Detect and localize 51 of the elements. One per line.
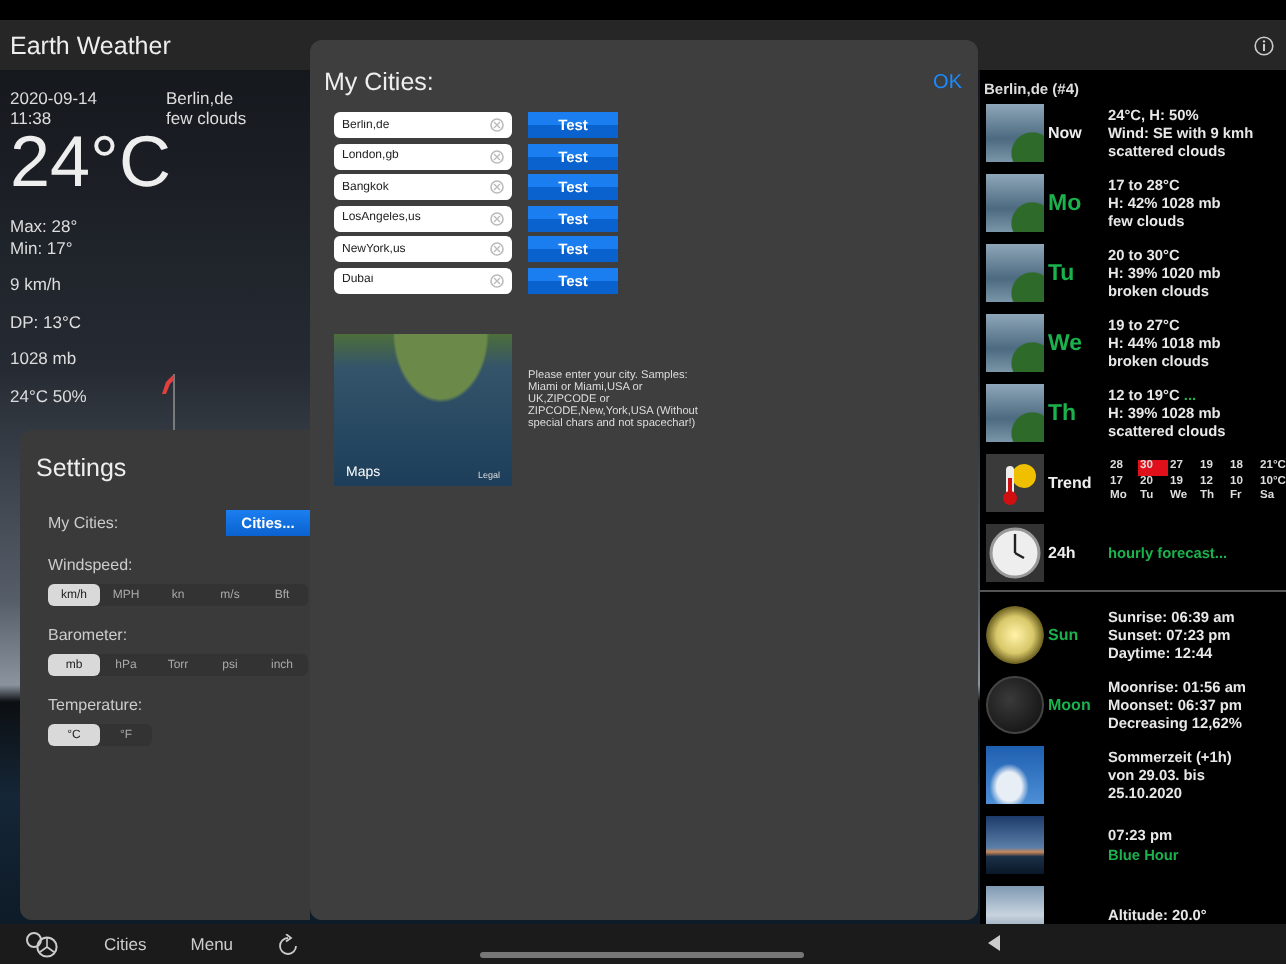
weather-photo — [986, 244, 1044, 302]
setting-label: Temperature: — [48, 696, 143, 714]
dialog-title: My Cities: — [324, 68, 434, 96]
toolbar-button[interactable]: Cities — [104, 934, 147, 954]
back-icon[interactable] — [986, 934, 1002, 952]
setting-label: Windspeed: — [48, 556, 133, 574]
moon-icon — [986, 676, 1044, 734]
condition-text: few clouds — [166, 108, 249, 128]
weather-photo — [986, 104, 1044, 162]
max-temp: Max: 28° — [10, 216, 78, 236]
humidity-text: 24°C 50% — [10, 385, 87, 405]
thermometer-icon — [986, 454, 1044, 512]
clear-icon[interactable] — [490, 118, 504, 132]
min-temp: Min: 17° — [10, 237, 73, 257]
refresh-icon[interactable] — [277, 933, 298, 955]
city-name: Berlin,de — [166, 88, 236, 108]
settings-title: Settings — [36, 454, 127, 482]
clear-icon[interactable] — [490, 149, 504, 163]
row-label: Now — [1048, 124, 1084, 142]
row-label: Mo — [1048, 191, 1084, 215]
clear-icon[interactable] — [490, 180, 504, 194]
row-label: 24h — [1048, 544, 1078, 562]
wind-text: 9 km/h — [10, 274, 62, 294]
weather-photo — [986, 314, 1044, 372]
settings-icon[interactable] — [24, 930, 60, 958]
weather-photo — [986, 384, 1044, 442]
toolbar-button[interactable]: Menu — [190, 934, 234, 954]
setting-label: My Cities: — [48, 514, 119, 532]
info-icon[interactable] — [1254, 35, 1274, 55]
row-label: Th — [1048, 401, 1079, 425]
row-label: Moon — [1048, 696, 1093, 714]
weather-photo — [986, 174, 1044, 232]
ok-link[interactable]: OK — [933, 71, 962, 93]
row-label: Sun — [1048, 626, 1081, 644]
row-label: Trend — [1048, 474, 1094, 492]
dew-point-text: DP: 13°C — [10, 311, 82, 331]
sky-photo — [986, 746, 1044, 804]
sun-icon — [986, 606, 1044, 664]
clear-icon[interactable] — [490, 273, 504, 287]
dusk-photo — [986, 816, 1044, 874]
row-label: We — [1048, 331, 1085, 355]
row-label: Tu — [1048, 261, 1077, 285]
pressure-text: 1028 mb — [10, 348, 77, 368]
app-title: Earth Weather — [10, 31, 171, 59]
clear-icon[interactable] — [490, 211, 504, 225]
time-text: 11:38 — [10, 108, 54, 128]
clock-icon — [986, 524, 1044, 582]
setting-label: Barometer: — [48, 626, 128, 644]
clear-icon[interactable] — [490, 242, 504, 256]
date-text: 2020-09-14 — [10, 88, 99, 108]
windsock-icon — [160, 370, 180, 430]
